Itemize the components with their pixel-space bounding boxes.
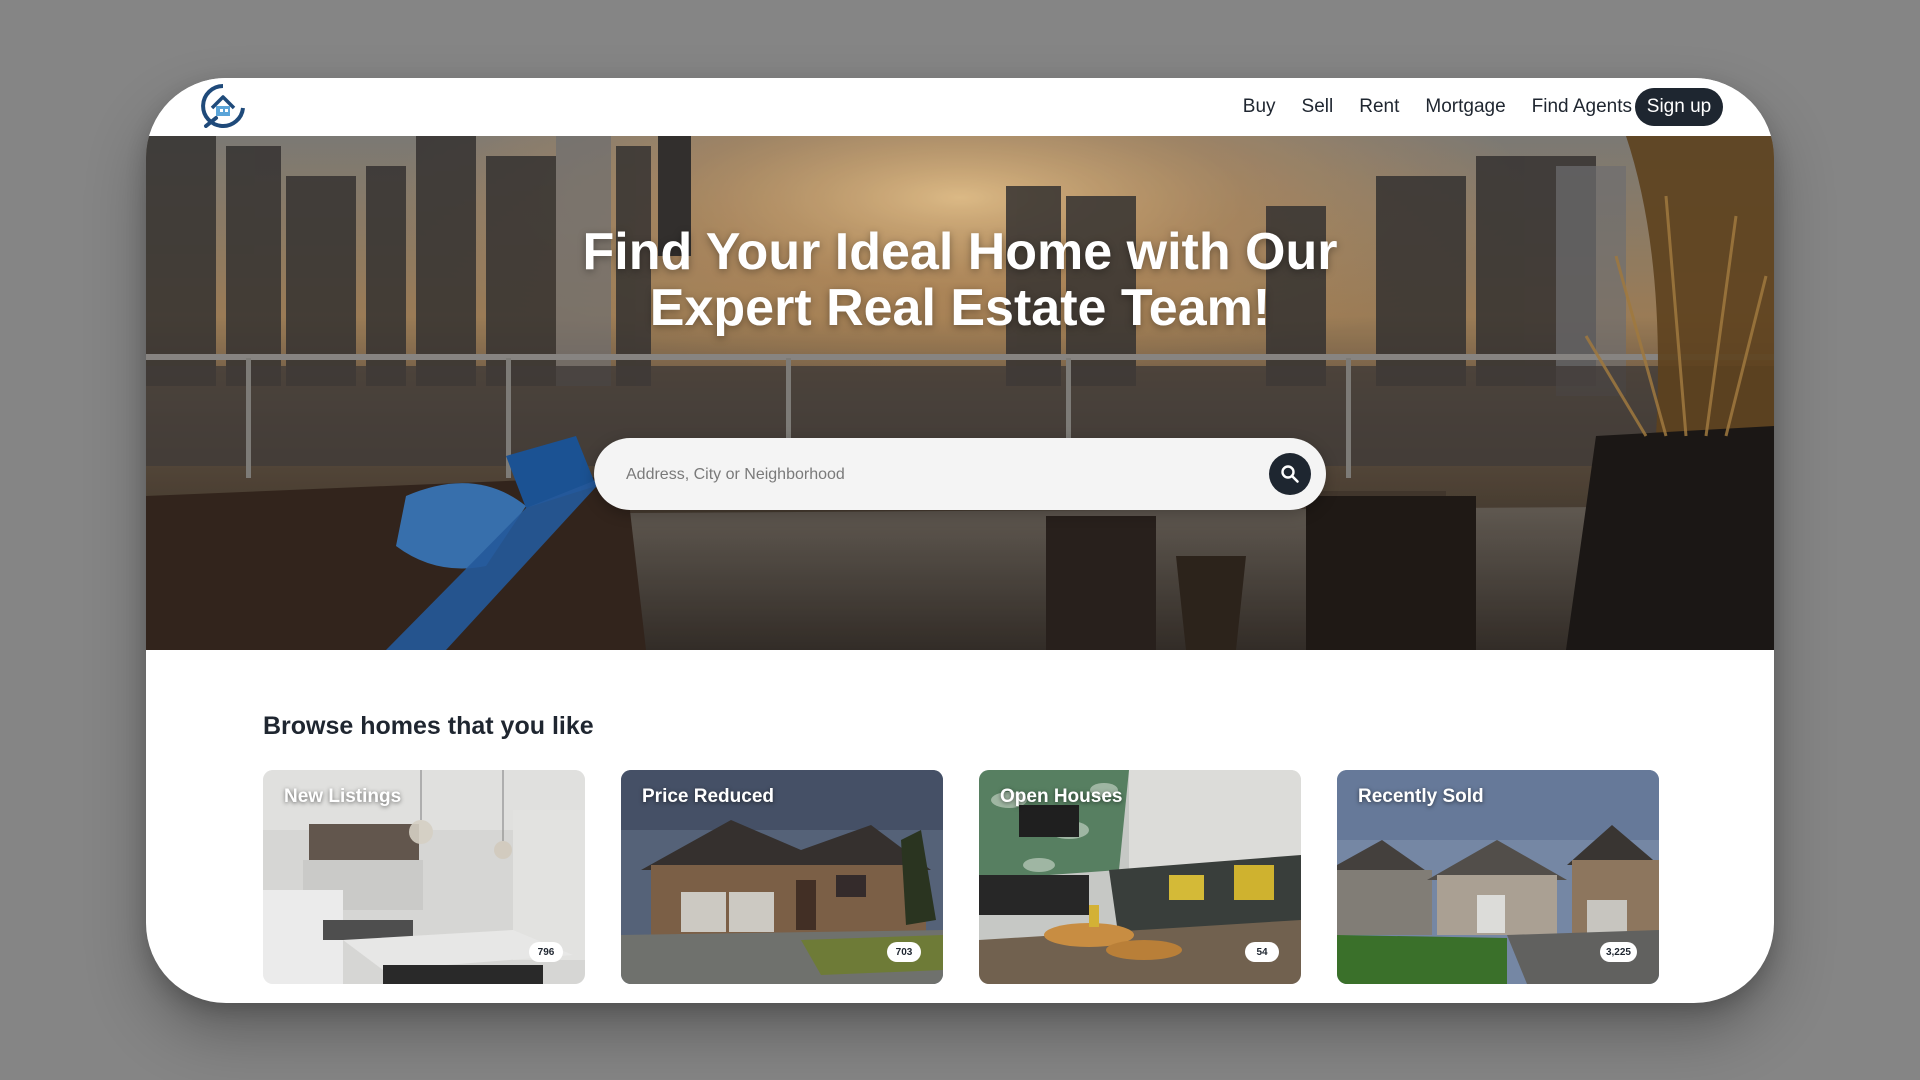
hero-section: Find Your Ideal Home with Our Expert Rea… (146, 136, 1774, 650)
search-button[interactable] (1269, 453, 1311, 495)
nav-link-buy[interactable]: Buy (1243, 92, 1276, 122)
hero-title: Find Your Ideal Home with Our Expert Rea… (146, 224, 1774, 336)
card-label: New Listings (284, 786, 402, 807)
card-label: Price Reduced (642, 786, 774, 807)
card-count-badge: 3,225 (1599, 942, 1637, 962)
top-navigation: Buy Sell Rent Mortgage Find Agents Sign … (146, 78, 1774, 136)
browse-heading: Browse homes that you like (263, 712, 594, 740)
card-recently-sold[interactable]: Recently Sold 3,225 (1337, 770, 1659, 984)
browser-window: Buy Sell Rent Mortgage Find Agents Sign … (146, 78, 1774, 1003)
nav-link-mortgage[interactable]: Mortgage (1425, 92, 1505, 122)
hero-title-line-1: Find Your Ideal Home with Our (582, 223, 1338, 281)
card-label: Recently Sold (1358, 786, 1484, 807)
sign-up-button[interactable]: Sign up (1635, 88, 1723, 126)
card-open-houses[interactable]: Open Houses 54 (979, 770, 1301, 984)
nav-link-sell[interactable]: Sell (1302, 92, 1334, 122)
card-count-badge: 703 (887, 942, 921, 962)
nav-links: Buy Sell Rent Mortgage Find Agents (1243, 92, 1632, 122)
house-chat-logo-icon[interactable] (198, 82, 248, 128)
search-bar (594, 438, 1326, 510)
search-icon (1281, 465, 1299, 483)
card-label: Open Houses (1000, 786, 1123, 807)
card-new-listings[interactable]: New Listings 796 (263, 770, 585, 984)
card-count-badge: 796 (529, 942, 563, 962)
nav-link-find-agents[interactable]: Find Agents (1532, 92, 1632, 122)
hero-title-line-2: Expert Real Estate Team! (649, 279, 1271, 337)
category-cards: New Listings 796 Price Reduced 703 Open … (263, 770, 1659, 984)
card-count-badge: 54 (1245, 942, 1279, 962)
hero-background-image (146, 136, 1774, 650)
card-price-reduced[interactable]: Price Reduced 703 (621, 770, 943, 984)
nav-link-rent[interactable]: Rent (1359, 92, 1399, 122)
search-input[interactable] (624, 458, 1228, 492)
